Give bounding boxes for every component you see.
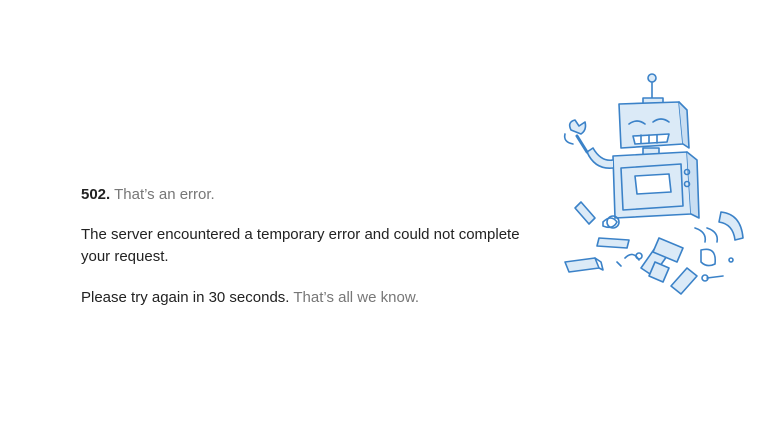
error-message-block: 502. That’s an error. The server encount…: [81, 184, 521, 309]
error-description: The server encountered a temporary error…: [81, 226, 520, 265]
retry-instruction: Please try again in 30 seconds.: [81, 289, 290, 306]
footer-note: That’s all we know.: [293, 289, 419, 306]
broken-robot-icon: [555, 72, 755, 317]
retry-line: Please try again in 30 seconds. That’s a…: [81, 287, 521, 309]
error-heading: 502. That’s an error.: [81, 184, 521, 206]
error-code: 502.: [81, 186, 111, 203]
error-headline: That’s an error.: [114, 186, 215, 203]
